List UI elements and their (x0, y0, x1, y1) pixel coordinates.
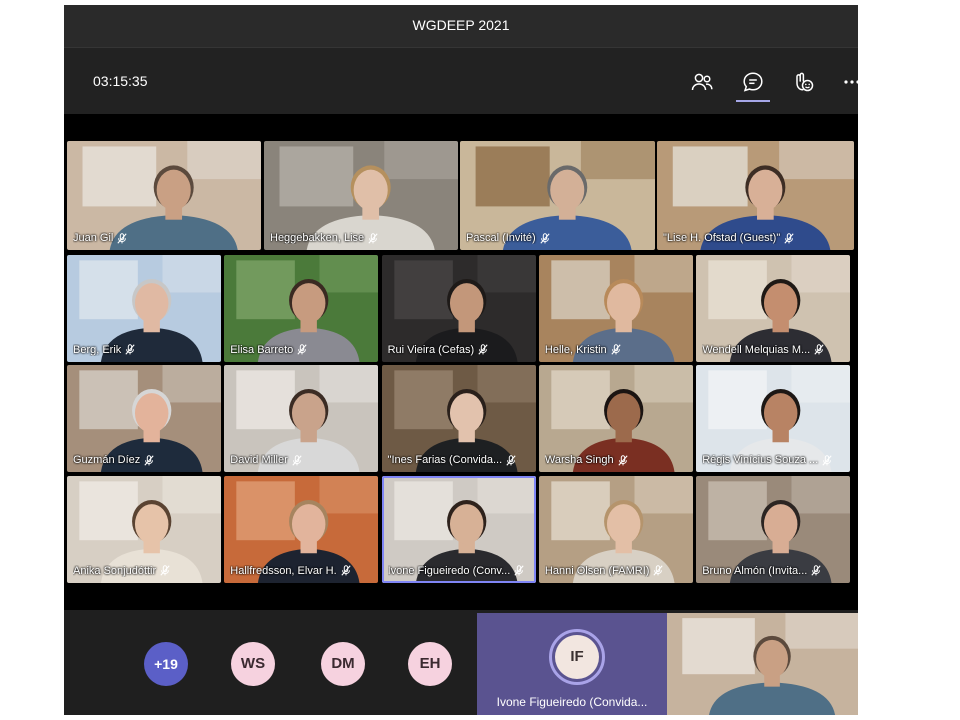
muted-mic-icon (125, 344, 135, 355)
participant-name: David Miller (230, 454, 288, 467)
muted-mic-icon (653, 565, 664, 576)
participant-name: Hanni Olsen (FAMRI) (544, 564, 650, 577)
participant-video-tile[interactable]: Hanni Olsen (FAMRI) (538, 475, 693, 583)
chat-active-indicator (736, 100, 770, 102)
meeting-title: WGDEEP 2021 (412, 17, 510, 33)
participant-name: "Lise H. Ofstad (Guest)" (663, 232, 781, 244)
participant-video-tile[interactable]: Hallfredsson, Elvar H. (224, 475, 379, 583)
participant-name-label: David Miller (230, 454, 302, 467)
participant-name-label: Anika Sonjudóttir (73, 565, 170, 577)
participant-name-label: Ivone Figueiredo (Conv... (388, 565, 525, 577)
participant-name-label: Bruno Almón (Invita... (702, 565, 821, 577)
muted-mic-icon (811, 565, 821, 576)
participant-name-label: Berg, Erik (73, 344, 135, 356)
chat-icon[interactable] (741, 70, 765, 94)
participant-video-tile[interactable]: Anika Sonjudóttir (67, 475, 221, 583)
muted-mic-icon (144, 454, 154, 466)
participant-name-label: Heggebakken, Lise (270, 232, 378, 244)
participant-name: Anika Sonjudóttir (73, 564, 157, 577)
call-timer: 03:15:35 (93, 73, 148, 89)
muted-mic-icon (822, 454, 832, 466)
participant-name: Bruno Almón (Invita... (702, 564, 808, 577)
participant-video-tile[interactable]: "Ines Farias (Convida... (381, 365, 536, 473)
meeting-toolbar: 03:15:35 (64, 48, 858, 114)
participant-name-label: Wendell Melquias M... (702, 344, 824, 356)
avatar-eh[interactable]: EH (408, 642, 452, 686)
avatar-if: IF (555, 635, 599, 679)
muted-mic-icon (784, 232, 794, 244)
participant-name-label: Pascal (Invité) (466, 232, 550, 244)
muted-mic-icon (611, 344, 621, 355)
participant-video-tile[interactable]: Juan Gil (67, 141, 261, 250)
participant-video-tile[interactable]: Guzmán Díez (67, 365, 221, 473)
more-participants-button[interactable]: +19 (144, 642, 188, 686)
participant-video-tile[interactable]: Ivone Figueiredo (Conv... (381, 475, 536, 583)
participant-video-tile[interactable]: "Lise H. Ofstad (Guest)" (657, 141, 854, 250)
participant-video-tile[interactable]: Warsha Singh (538, 365, 693, 473)
participant-name: Hallfredsson, Elvar H. (230, 564, 337, 577)
participant-video-tile[interactable]: Pascal (Invité) (460, 141, 655, 250)
video-stage: Juan Gil Heggebakken, Lise Pascal (Invité)… (64, 114, 858, 610)
participant-name-label: Rui Vieira (Cefas) (388, 344, 489, 356)
participant-video-tile[interactable]: Wendell Melquias M... (696, 254, 851, 362)
participant-name-label: Warsha Singh (545, 454, 628, 466)
participant-name: Ivone Figueiredo (Conv... (387, 564, 511, 577)
avatar-ws[interactable]: WS (231, 642, 275, 686)
muted-mic-icon (341, 565, 351, 576)
participant-video-tile[interactable]: Rui Vieira (Cefas) (381, 254, 536, 362)
participant-name: Berg, Erik (73, 343, 122, 356)
muted-mic-icon (814, 344, 824, 355)
participant-video-tile[interactable]: Helle, Kristin (538, 254, 693, 362)
more-icon[interactable] (840, 70, 858, 94)
participant-video-tile[interactable]: Elisa Barreto (224, 254, 379, 362)
participant-name: Heggebakken, Lise (270, 232, 365, 244)
participant-name: Pascal (Invité) (466, 232, 536, 244)
participant-name-label: Hallfredsson, Elvar H. (230, 564, 351, 577)
teams-meeting-window: WGDEEP 2021 03:15:35 Juan Gil Heggebakke… (64, 5, 858, 715)
participant-name-label: Régis Vinícius Souza ... (702, 454, 832, 466)
participant-video-tile[interactable]: Berg, Erik (67, 254, 221, 362)
avatar-dm[interactable]: DM (321, 642, 365, 686)
participant-name: Régis Vinícius Souza ... (702, 454, 819, 467)
muted-mic-icon (292, 454, 302, 466)
participant-name-label: "Ines Farias (Convida... (388, 454, 517, 466)
participant-name-label: Helle, Kristin (545, 344, 621, 356)
participant-name-label: Juan Gil (73, 232, 127, 244)
participant-video-tile[interactable]: Régis Vinícius Souza ... (696, 365, 851, 473)
muted-mic-icon (368, 232, 378, 244)
participant-name-label: Guzmán Díez (73, 454, 154, 466)
participant-name: "Ines Farias (Convida... (387, 454, 503, 467)
participant-video-tile[interactable]: Bruno Almón (Invita... (696, 475, 851, 583)
participant-name-label: Elisa Barreto (230, 344, 307, 356)
participant-video-tile[interactable]: David Miller (224, 365, 379, 473)
people-icon[interactable] (690, 70, 714, 94)
muted-mic-icon (514, 565, 524, 576)
muted-mic-icon (506, 454, 516, 466)
muted-mic-icon (540, 232, 550, 244)
self-view-video[interactable] (667, 613, 858, 715)
video-grid: Juan Gil Heggebakken, Lise Pascal (Invité)… (67, 141, 854, 585)
speaking-participant-tile[interactable]: IF Ivone Figueiredo (Convida... (477, 613, 667, 715)
participant-strip: +19 WS DM EH IF Ivone Figueiredo (Convid… (64, 610, 858, 715)
participant-name: Wendell Melquias M... (702, 343, 811, 356)
muted-mic-icon (617, 454, 628, 466)
participant-name: Helle, Kristin (544, 343, 607, 356)
muted-mic-icon (478, 344, 488, 355)
participant-name-label: Hanni Olsen (FAMRI) (545, 565, 664, 577)
participant-name: Warsha Singh (544, 454, 614, 467)
muted-mic-icon (160, 565, 170, 576)
reactions-icon[interactable] (791, 70, 815, 94)
participant-name: Guzmán Díez (73, 454, 141, 467)
title-bar: WGDEEP 2021 (64, 5, 858, 48)
participant-name: Elisa Barreto (230, 343, 294, 356)
participant-name: Juan Gil (73, 232, 114, 244)
participant-video-tile[interactable]: Heggebakken, Lise (264, 141, 458, 250)
muted-mic-icon (117, 232, 127, 244)
muted-mic-icon (297, 344, 307, 355)
spotlight-name: Ivone Figueiredo (Convida... (496, 695, 648, 709)
participant-name-label: "Lise H. Ofstad (Guest)" (663, 232, 794, 244)
participant-name: Rui Vieira (Cefas) (387, 343, 475, 356)
